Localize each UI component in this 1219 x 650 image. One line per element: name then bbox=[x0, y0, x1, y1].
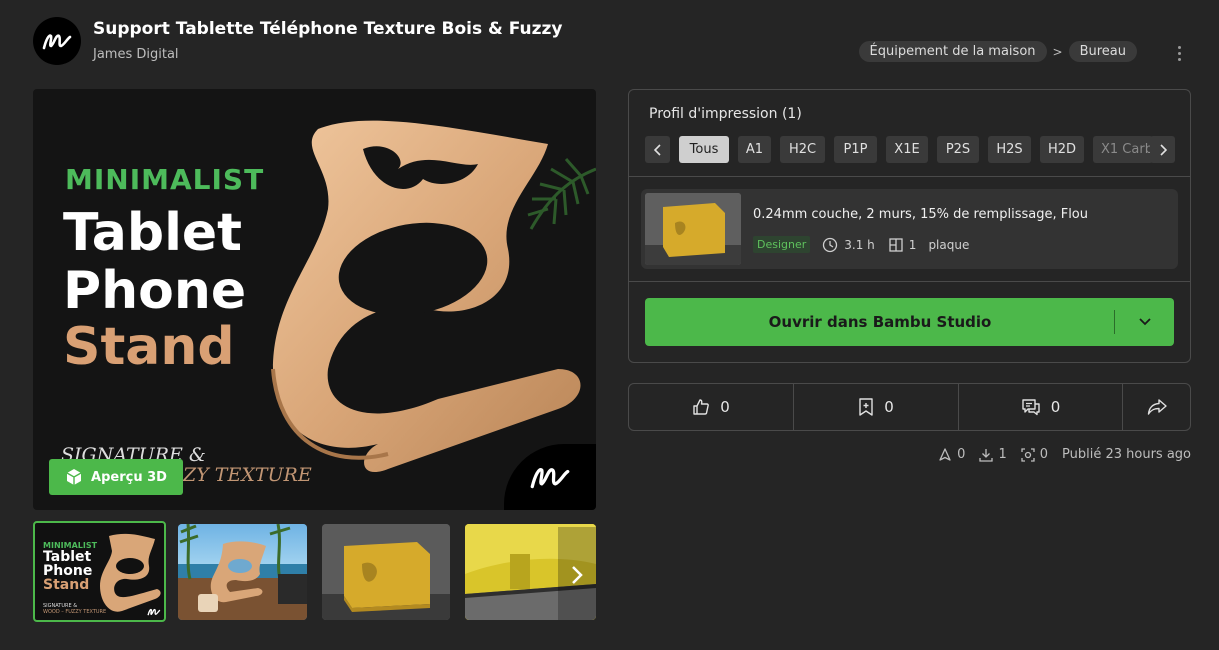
printer-chip-a1[interactable]: A1 bbox=[738, 136, 771, 163]
chevron-left-icon bbox=[653, 143, 661, 156]
print-time: 3.1 h bbox=[844, 237, 875, 252]
open-in-bambu-studio-button[interactable]: Ouvrir dans Bambu Studio bbox=[645, 298, 1174, 346]
promo-heading-tablet: Tablet bbox=[63, 203, 243, 263]
promo-heading-stand: Stand bbox=[63, 317, 235, 377]
bookmark-icon bbox=[859, 398, 873, 416]
printer-filter-next-button[interactable] bbox=[1150, 136, 1175, 163]
breadcrumb-subcategory[interactable]: Bureau bbox=[1068, 41, 1137, 62]
thumb-slicer-view bbox=[322, 524, 450, 620]
thumb-text-phone: Phone bbox=[43, 563, 93, 579]
more-options-icon[interactable] bbox=[1171, 43, 1187, 63]
printer-filter-prev-button[interactable] bbox=[645, 136, 670, 163]
plate-label: plaque bbox=[928, 237, 970, 252]
open-options-dropdown[interactable] bbox=[1116, 298, 1174, 346]
printer-filter-row: Tous A1 H2C P1P X1E P2S H2S H2D X1 Carbo… bbox=[645, 136, 1175, 164]
share-icon bbox=[1147, 399, 1167, 415]
profile-description: 0.24mm couche, 2 murs, 15% de remplissag… bbox=[753, 207, 1088, 222]
divider bbox=[629, 176, 1190, 177]
button-separator bbox=[1114, 310, 1115, 334]
thumbnail-1[interactable]: MINIMALIST Tablet Phone Stand SIGNATURE … bbox=[33, 521, 166, 622]
plate-icon bbox=[889, 237, 903, 252]
cube-icon bbox=[66, 469, 82, 485]
thumb-stand-render bbox=[100, 533, 161, 612]
print-profile-title: Profil d'impression (1) bbox=[649, 106, 802, 122]
thumb-text-stand: Stand bbox=[43, 577, 90, 593]
action-bar: 0 0 0 bbox=[628, 383, 1191, 431]
printer-chip-h2d[interactable]: H2D bbox=[1040, 136, 1084, 163]
like-button[interactable]: 0 bbox=[629, 384, 794, 430]
promo-heading-phone: Phone bbox=[63, 261, 247, 321]
breadcrumb: Équipement de la maison > Bureau bbox=[858, 41, 1137, 62]
comment-count: 0 bbox=[1050, 398, 1061, 416]
preview-3d-button[interactable]: Aperçu 3D bbox=[49, 459, 183, 495]
published-time: Publié 23 hours ago bbox=[1062, 447, 1191, 462]
signature-logo-icon bbox=[530, 468, 570, 489]
boost-icon bbox=[939, 447, 951, 461]
print-profile-panel: Profil d'impression (1) Tous A1 H2C P1P … bbox=[628, 89, 1191, 363]
thumbnail-next-button[interactable] bbox=[558, 527, 596, 620]
printer-chip-all[interactable]: Tous bbox=[679, 136, 729, 163]
printer-chip-x1-carbon[interactable]: X1 Carbon bbox=[1093, 136, 1153, 163]
chevron-down-icon bbox=[1139, 318, 1151, 326]
printer-chip-h2s[interactable]: H2S bbox=[988, 136, 1031, 163]
author-avatar[interactable] bbox=[33, 17, 81, 65]
model-stats: 0 1 0 Publié 23 hours ago bbox=[938, 447, 1191, 462]
open-button-label: Ouvrir dans Bambu Studio bbox=[768, 313, 992, 331]
promo-heading-minimalist: MINIMALIST bbox=[65, 163, 265, 196]
chevron-right-icon bbox=[572, 566, 583, 584]
boost-stat: 0 bbox=[938, 447, 965, 462]
print-stat: 0 bbox=[1021, 447, 1048, 462]
thumbnail-2[interactable] bbox=[178, 524, 307, 620]
plate-thumbnail bbox=[645, 193, 741, 265]
divider bbox=[629, 281, 1190, 282]
comment-icon bbox=[1022, 399, 1040, 416]
share-button[interactable] bbox=[1123, 384, 1190, 430]
printer-chip-p1p[interactable]: P1P bbox=[834, 136, 877, 163]
like-count: 0 bbox=[720, 398, 730, 416]
author-name[interactable]: James Digital bbox=[93, 47, 179, 62]
collect-button[interactable]: 0 bbox=[794, 384, 959, 430]
main-image: MINIMALIST Tablet Phone Stand SIGNATURE … bbox=[33, 89, 596, 510]
download-count: 1 bbox=[998, 447, 1007, 462]
thumbnail-strip: MINIMALIST Tablet Phone Stand SIGNATURE … bbox=[33, 521, 596, 622]
signature-logo-icon bbox=[42, 34, 72, 50]
clock-icon bbox=[823, 237, 838, 252]
profile-meta: Designer 3.1 h 1 plaque bbox=[753, 236, 969, 253]
print-count: 0 bbox=[1039, 447, 1049, 462]
printer-chip-h2c[interactable]: H2C bbox=[780, 136, 825, 163]
chevron-right-icon bbox=[1159, 143, 1167, 156]
thumb-text-tablet: Tablet bbox=[43, 549, 92, 565]
printer-chip-x1e[interactable]: X1E bbox=[886, 136, 928, 163]
plate-preview-image bbox=[645, 193, 741, 265]
breadcrumb-separator: > bbox=[1052, 44, 1063, 59]
print-profile-card[interactable]: 0.24mm couche, 2 murs, 15% de remplissag… bbox=[641, 189, 1178, 269]
printer-chip-p2s[interactable]: P2S bbox=[937, 136, 979, 163]
designer-badge: Designer bbox=[753, 236, 811, 253]
model-title: Support Tablette Téléphone Texture Bois … bbox=[93, 19, 563, 39]
plate-count: 1 bbox=[908, 237, 917, 252]
download-stat: 1 bbox=[979, 447, 1007, 462]
promo-caption-texture: ZY TEXTURE bbox=[183, 464, 312, 486]
breadcrumb-category[interactable]: Équipement de la maison bbox=[858, 41, 1047, 62]
download-icon bbox=[979, 448, 994, 462]
boost-count: 0 bbox=[957, 447, 966, 462]
thumbnail-3[interactable] bbox=[322, 524, 450, 620]
print-icon bbox=[1021, 447, 1035, 462]
preview-3d-label: Aperçu 3D bbox=[91, 469, 167, 485]
thumbnail-4[interactable] bbox=[465, 524, 596, 620]
thumbs-up-icon bbox=[693, 399, 710, 415]
comment-button[interactable]: 0 bbox=[959, 384, 1123, 430]
thumb-logo-icon bbox=[147, 608, 161, 616]
collect-count: 0 bbox=[884, 398, 894, 416]
thumb-desk-scene bbox=[179, 524, 307, 612]
